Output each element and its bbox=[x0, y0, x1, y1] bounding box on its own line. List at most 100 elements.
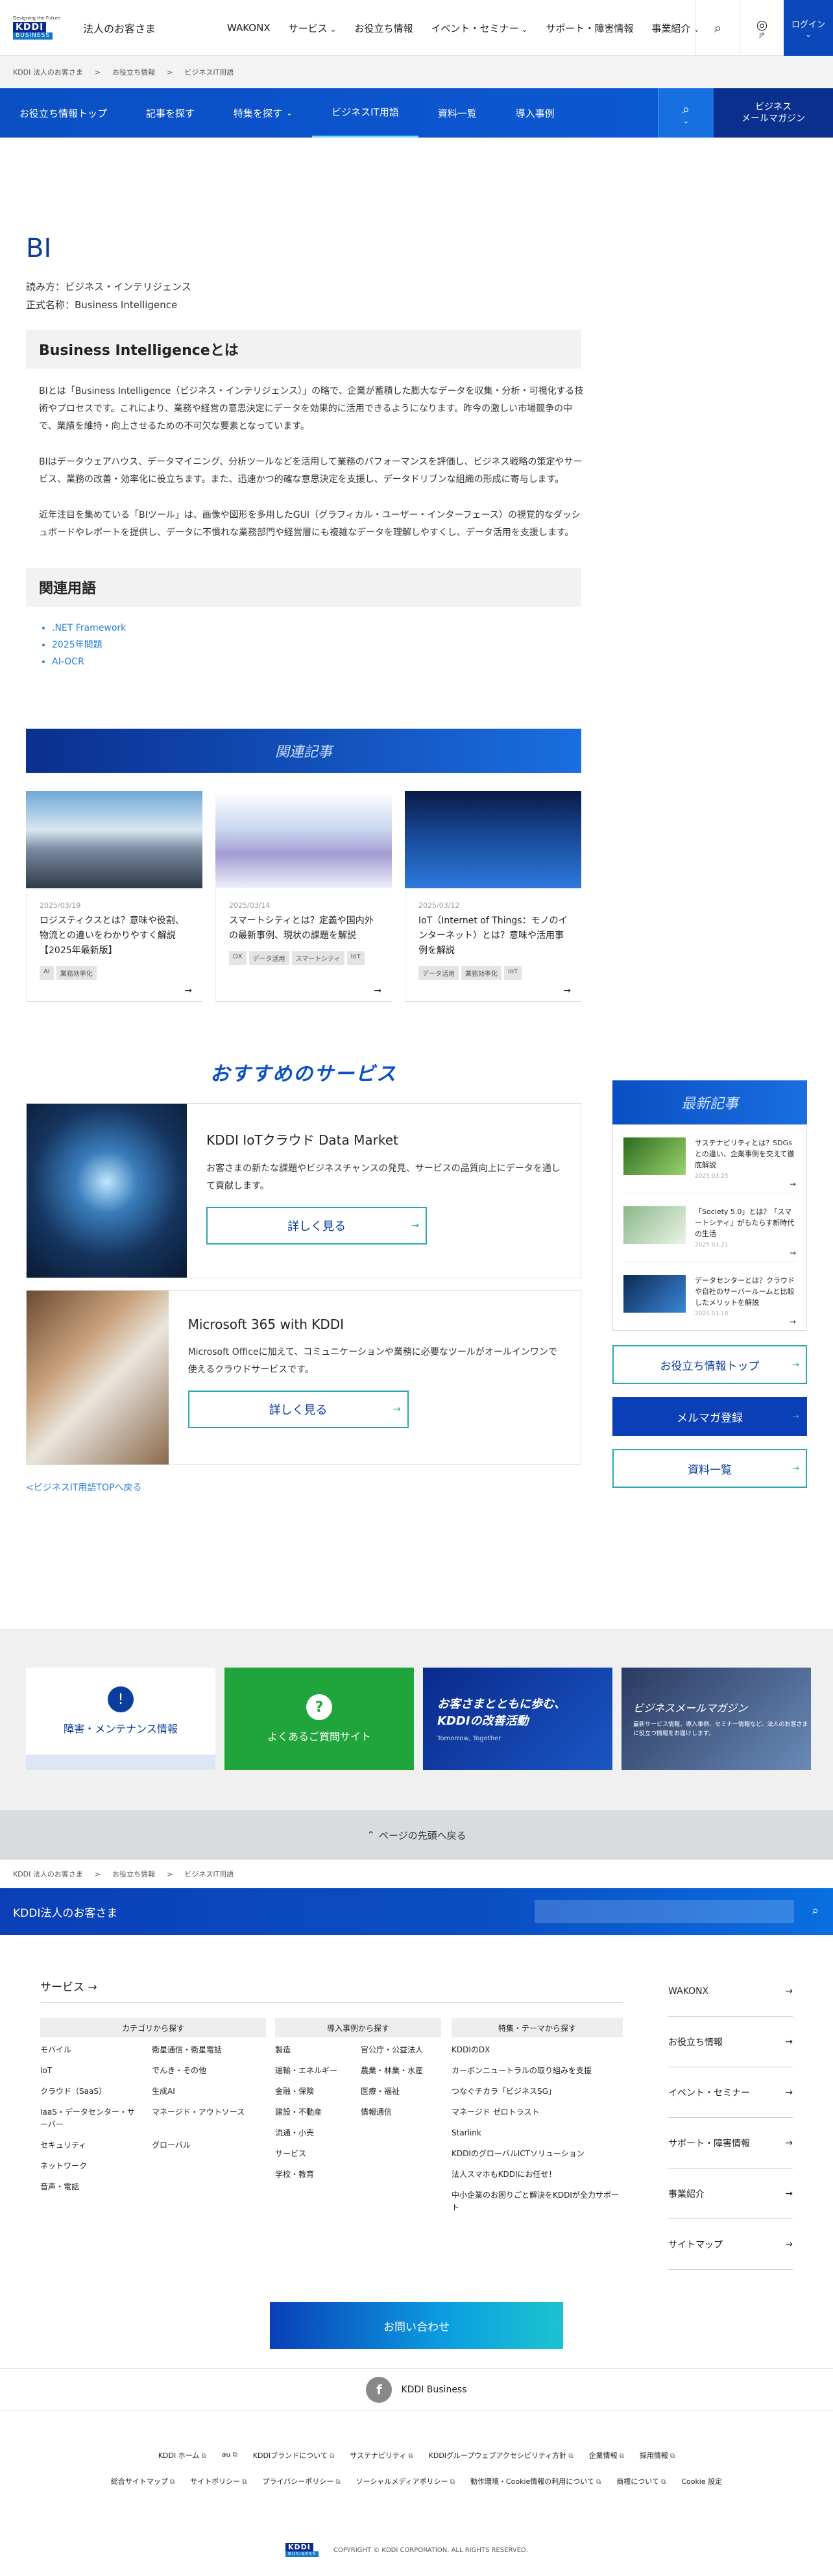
search-button[interactable]: ⌕ bbox=[695, 0, 740, 56]
footer-bottom-link[interactable]: 採用情報 bbox=[640, 2450, 675, 2461]
tag[interactable]: 業務効率化 bbox=[461, 966, 501, 980]
page-top-button[interactable]: ⌃ ページの先頭へ戻る bbox=[0, 1810, 833, 1860]
footer-bottom-link[interactable]: 企業情報 bbox=[589, 2450, 624, 2461]
footer-link[interactable]: カーボンニュートラルの取り組みを支援 bbox=[452, 2065, 623, 2077]
footer-bottom-link[interactable]: 動作環境・Cookie情報の利用について bbox=[470, 2476, 601, 2486]
subnav-search-button[interactable]: ⌕ ⌄ bbox=[658, 88, 714, 138]
footer-link[interactable]: 生成AI bbox=[152, 2085, 249, 2098]
footer-link[interactable]: 運輸・エネルギー bbox=[275, 2065, 346, 2077]
contact-button[interactable]: お問い合わせ bbox=[270, 2302, 563, 2349]
footer-bottom-link[interactable]: KDDIグループウェブアクセシビリティ方針 bbox=[429, 2450, 573, 2461]
footer-right-link[interactable]: WAKONX → bbox=[668, 1966, 793, 2017]
subnav-features[interactable]: 特集を探す ⌄ bbox=[214, 88, 312, 138]
related-term-link[interactable]: .NET Framework bbox=[52, 620, 807, 637]
faq-link[interactable]: ? よくあるご質問サイト bbox=[224, 1668, 414, 1770]
footer-bottom-link[interactable]: 総合サイトマップ bbox=[111, 2476, 175, 2486]
footer-bottom-link[interactable]: KDDIブランドについて bbox=[253, 2450, 334, 2461]
footer-link[interactable]: 農業・林業・水産 bbox=[361, 2065, 439, 2077]
footer-link[interactable]: 金融・保険 bbox=[275, 2085, 346, 2098]
facebook-label[interactable]: KDDI Business bbox=[401, 2385, 466, 2395]
footer-link[interactable]: KDDIのDX bbox=[452, 2044, 623, 2056]
footer-bottom-link[interactable]: プライバシーポリシー bbox=[263, 2476, 341, 2486]
gnav-events[interactable]: イベント・セミナー bbox=[431, 21, 528, 35]
footer-link[interactable]: でんき・その他 bbox=[152, 2065, 249, 2077]
subnav-top[interactable]: お役立ち情報トップ bbox=[0, 88, 127, 138]
footer-search-input[interactable] bbox=[535, 1900, 794, 1923]
site-name[interactable]: 法人のお客さま bbox=[83, 20, 156, 36]
breadcrumb-home[interactable]: KDDI 法人のお客さま bbox=[13, 67, 83, 77]
footer-link[interactable]: グローバル bbox=[152, 2139, 249, 2152]
sidebar-documents-button[interactable]: 資料一覧 bbox=[612, 1449, 807, 1488]
footer-link[interactable]: モバイル bbox=[40, 2044, 138, 2056]
footer-link[interactable]: IaaS・データセンター・サーバー bbox=[40, 2106, 138, 2131]
footer-link[interactable]: ネットワーク bbox=[40, 2160, 138, 2172]
footer-bottom-link[interactable]: 商標について bbox=[616, 2476, 666, 2486]
footer-bottom-link[interactable]: サイトポリシー bbox=[190, 2476, 247, 2486]
footer-bottom-link[interactable]: KDDI ホーム bbox=[158, 2450, 206, 2461]
newsletter-link[interactable]: ビジネスメールマガジン 最新サービス情報、導入事例、セミナー情報など、法人のお客… bbox=[622, 1668, 811, 1770]
footer-link[interactable]: 官公庁・公益法人 bbox=[361, 2044, 439, 2056]
subnav-it-terms[interactable]: ビジネスIT用語 bbox=[312, 88, 418, 138]
tag[interactable]: AI bbox=[40, 966, 54, 980]
sidebar-top-button[interactable]: お役立ち情報トップ bbox=[612, 1345, 807, 1384]
footer-link[interactable]: 音声・電話 bbox=[40, 2181, 138, 2193]
footer-link[interactable]: セキュリティ bbox=[40, 2139, 138, 2152]
gnav-services[interactable]: サービス bbox=[289, 21, 337, 35]
footer-right-link[interactable]: 事業紹介 → bbox=[668, 2169, 793, 2219]
footer-link[interactable]: 衛星通信・衛星電話 bbox=[152, 2044, 249, 2056]
tag[interactable]: DX bbox=[229, 951, 247, 965]
footer-link[interactable]: 医療・福祉 bbox=[361, 2085, 439, 2098]
footer-link[interactable]: 学校・教育 bbox=[275, 2169, 346, 2181]
gnav-business[interactable]: 事業紹介 bbox=[651, 21, 699, 35]
article-card[interactable]: 2025/03/12 IoT（Internet of Things：モノのインタ… bbox=[405, 791, 581, 1002]
breadcrumb-useful-info[interactable]: お役立ち情報 bbox=[112, 1869, 155, 1879]
service-detail-button[interactable]: 詳しく見る bbox=[187, 1391, 409, 1428]
gnav-wakonx[interactable]: WAKONX bbox=[227, 22, 271, 34]
footer-services-heading[interactable]: サービス → bbox=[40, 1978, 97, 1994]
language-button[interactable]: ◎ JP bbox=[740, 0, 784, 56]
breadcrumb-useful-info[interactable]: お役立ち情報 bbox=[112, 67, 155, 77]
footer-link[interactable]: サービス bbox=[275, 2148, 346, 2160]
footer-site-title[interactable]: KDDI法人のお客さま bbox=[13, 1904, 117, 1920]
subnav-cases[interactable]: 導入事例 bbox=[496, 88, 574, 138]
footer-bottom-link[interactable]: サステナビリティ bbox=[350, 2450, 413, 2461]
footer-right-link[interactable]: サイトマップ → bbox=[668, 2219, 793, 2270]
cookie-settings-link[interactable]: Cookie 設定 bbox=[681, 2476, 722, 2486]
footer-link[interactable]: 製造 bbox=[275, 2044, 346, 2056]
article-card[interactable]: 2025/03/14 スマートシティとは？定義や国内外の最新事例、現状の課題を解… bbox=[215, 791, 392, 1002]
footer-link[interactable]: IoT bbox=[40, 2065, 138, 2077]
kddi-business-logo[interactable]: Designing the Future KDDI BUSINESS bbox=[13, 16, 65, 40]
maintenance-info-link[interactable]: ! 障害・メンテナンス情報 bbox=[26, 1668, 215, 1770]
related-term-link[interactable]: AI-OCR bbox=[52, 653, 807, 670]
footer-right-link[interactable]: サポート・障害情報 → bbox=[668, 2118, 793, 2169]
related-term-link[interactable]: 2025年問題 bbox=[52, 637, 807, 653]
sidebar-newsletter-button[interactable]: メルマガ登録 bbox=[612, 1397, 807, 1436]
footer-link[interactable]: クラウド（SaaS） bbox=[40, 2085, 138, 2098]
footer-link[interactable]: 情報通信 bbox=[361, 2106, 439, 2119]
service-detail-button[interactable]: 詳しく見る bbox=[206, 1207, 428, 1245]
gnav-useful-info[interactable]: お役立ち情報 bbox=[354, 21, 413, 35]
footer-link[interactable]: 流通・小売 bbox=[275, 2127, 346, 2139]
latest-article-item[interactable]: データセンターとは？クラウド や自社のサーバールームと比較したメリットを解説 2… bbox=[623, 1262, 796, 1330]
kddi-business-logo[interactable]: KDDI BUSINESS bbox=[285, 2538, 322, 2562]
footer-link[interactable]: 建設・不動産 bbox=[275, 2106, 346, 2119]
tag[interactable]: IoT bbox=[504, 966, 522, 980]
tag[interactable]: データ活用 bbox=[248, 951, 289, 965]
tag[interactable]: IoT bbox=[346, 951, 365, 965]
footer-link[interactable]: マネージド・アウトソース bbox=[152, 2106, 249, 2131]
footer-right-link[interactable]: イベント・セミナー → bbox=[668, 2067, 793, 2118]
logo-area[interactable]: Designing the Future KDDI BUSINESS 法人のお客… bbox=[13, 16, 156, 40]
latest-article-item[interactable]: 「Society 5.0」とは？「スマートシティ」がもたらす新時代の生活 202… bbox=[623, 1193, 796, 1262]
gnav-support[interactable]: サポート・障害情報 bbox=[546, 21, 633, 35]
footer-link[interactable]: つなぐチカラ「ビジネスSG」 bbox=[452, 2085, 623, 2098]
improvement-activity-link[interactable]: お客さまとともに歩む、 KDDIの改善活動 Tomorrow, Together bbox=[423, 1668, 612, 1770]
footer-link[interactable]: Starlink bbox=[452, 2127, 623, 2139]
subnav-articles[interactable]: 記事を探す bbox=[127, 88, 214, 138]
footer-bottom-link[interactable]: ソーシャルメディアポリシー bbox=[356, 2476, 455, 2486]
footer-right-link[interactable]: お役立ち情報 → bbox=[668, 2017, 793, 2067]
tag[interactable]: 業務効率化 bbox=[56, 966, 97, 980]
login-button[interactable]: ログイン ⌄ bbox=[784, 0, 833, 56]
latest-article-item[interactable]: サステナビリティとは？SDGsとの違い、企業事例を交えて徹底解説 2025.03… bbox=[623, 1124, 796, 1193]
article-card[interactable]: 2025/03/19 ロジスティクスとは？意味や役割、物流との違いをわかりやすく… bbox=[26, 791, 202, 1002]
footer-link[interactable]: 法人スマホもKDDIにお任せ！ bbox=[452, 2169, 623, 2181]
